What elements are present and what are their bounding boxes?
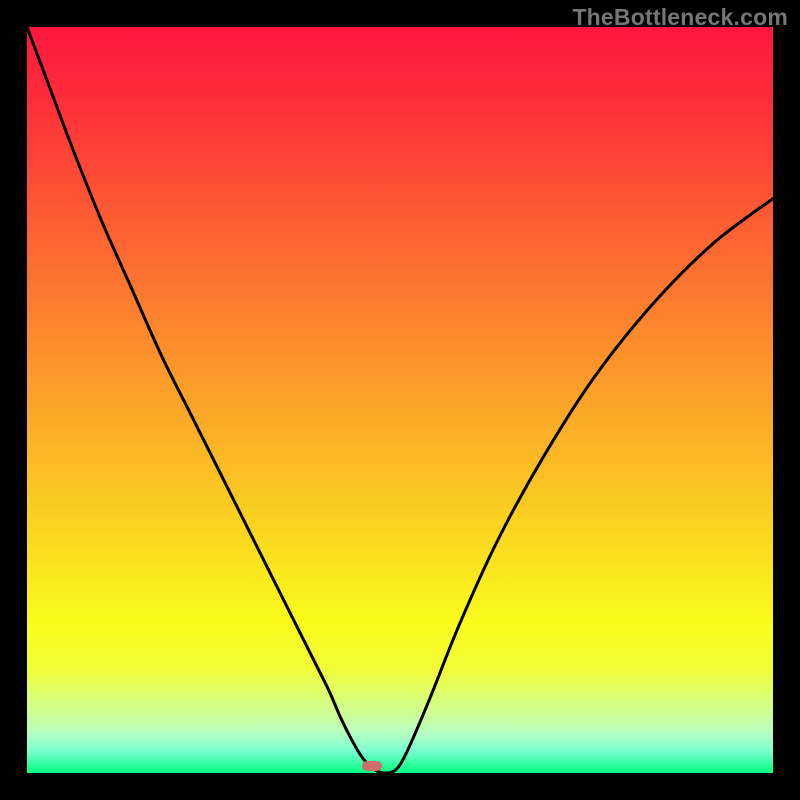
watermark-text: TheBottleneck.com bbox=[572, 4, 788, 31]
bottleneck-curve bbox=[27, 27, 773, 773]
plot-area bbox=[27, 27, 773, 773]
chart-frame: TheBottleneck.com bbox=[0, 0, 800, 800]
optimum-marker bbox=[362, 761, 382, 771]
curve-svg bbox=[27, 27, 773, 773]
